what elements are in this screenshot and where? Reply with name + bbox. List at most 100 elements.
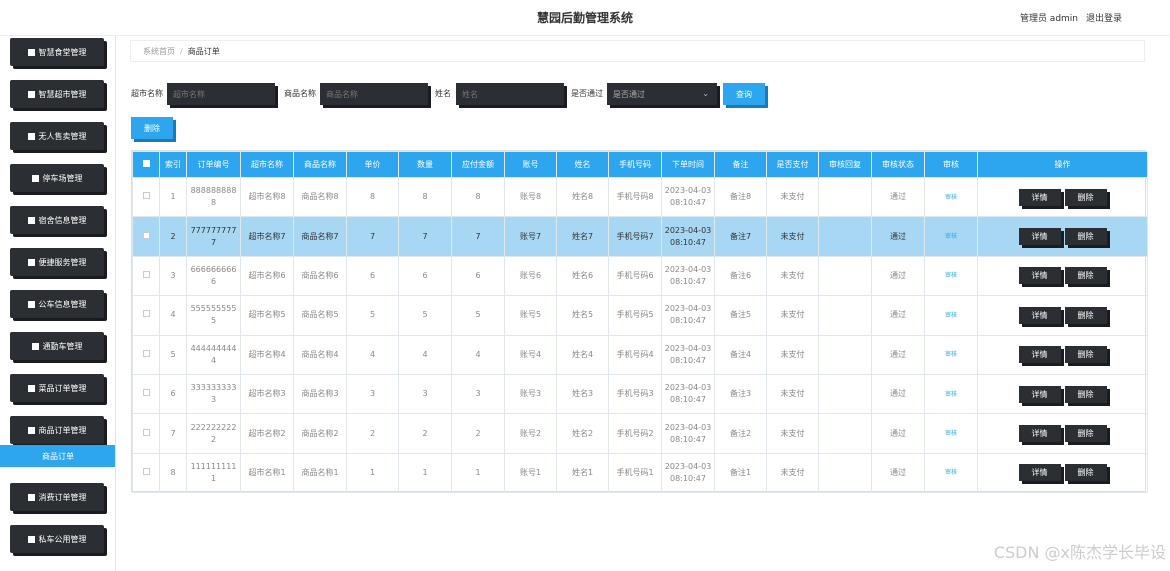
- row-select-cell[interactable]: [132, 295, 160, 336]
- detail-button[interactable]: 详情: [1018, 464, 1061, 482]
- row-checkbox[interactable]: [142, 192, 150, 200]
- audit-link[interactable]: 审核: [945, 430, 957, 437]
- detail-button[interactable]: 详情: [1018, 228, 1061, 246]
- table-row[interactable]: 8 1111111111 超市名称1 商品名称1 1 1 1 账号1 姓名1 手机号码1 2023-…: [132, 452, 1148, 494]
- detail-button[interactable]: 详情: [1018, 385, 1061, 403]
- row-checkbox[interactable]: [142, 349, 150, 357]
- cell-market: 超市名称3: [240, 373, 294, 415]
- chevron-down-icon: ⌄: [702, 89, 709, 98]
- cell-idx: 8: [159, 452, 187, 494]
- breadcrumb-separator: /: [180, 46, 183, 56]
- sidebar-item-vending[interactable]: 无人售卖管理: [10, 122, 104, 150]
- row-delete-button[interactable]: 删除: [1064, 306, 1107, 324]
- audit-link[interactable]: 审核: [945, 272, 957, 279]
- top-bar: 慧园后勤管理系统 管理员 admin 退出登录: [0, 0, 1170, 36]
- name-label: 姓名: [435, 89, 451, 98]
- row-select-cell[interactable]: [132, 452, 160, 494]
- table-row[interactable]: 5 4444444444 超市名称4 商品名称4 4 4 4 账号4 姓名4 手机号码4 2023-…: [132, 334, 1148, 375]
- sidebar-item-product-orders[interactable]: 商品订单管理: [10, 416, 104, 444]
- cell-audit: 审核: [924, 176, 978, 218]
- detail-button[interactable]: 详情: [1018, 188, 1061, 206]
- sidebar-item-service[interactable]: 便捷服务管理: [10, 248, 104, 276]
- cell-qty: 5: [398, 295, 452, 336]
- detail-button[interactable]: 详情: [1018, 425, 1061, 443]
- product-input[interactable]: [320, 83, 428, 105]
- cell-product: 商品名称8: [293, 176, 347, 218]
- sidebar-item-parking[interactable]: 停车场管理: [10, 164, 104, 192]
- row-select-cell[interactable]: [132, 334, 160, 375]
- cell-order: 1111111111: [186, 452, 241, 494]
- select-all-checkbox[interactable]: [142, 160, 150, 167]
- row-delete-button[interactable]: 删除: [1064, 425, 1107, 443]
- row-checkbox[interactable]: [142, 310, 150, 318]
- cell-amount: 4: [451, 334, 505, 375]
- sidebar-item-supermarket[interactable]: 智慧超市管理: [10, 80, 104, 108]
- sidebar-item-dormitory[interactable]: 宿舍信息管理: [10, 206, 104, 234]
- row-select-cell[interactable]: [132, 255, 160, 297]
- cell-audit: 审核: [924, 413, 978, 454]
- row-checkbox[interactable]: [142, 389, 150, 397]
- market-input[interactable]: [167, 83, 275, 105]
- cell-market: 超市名称2: [240, 413, 294, 454]
- cell-time: 2023-04-03 08:10:47: [661, 176, 715, 218]
- table-row[interactable]: 3 6666666666 超市名称6 商品名称6 6 6 6 账号6 姓名6 手机号码6 2023-…: [132, 255, 1148, 297]
- audit-link[interactable]: 审核: [945, 194, 957, 201]
- cell-amount: 5: [451, 295, 505, 336]
- sidebar-item-canteen[interactable]: 智慧食堂管理: [10, 38, 104, 66]
- breadcrumb-home[interactable]: 系统首页: [143, 46, 175, 57]
- sidebar-item-bus[interactable]: 公车信息管理: [10, 290, 104, 318]
- logout-link[interactable]: 退出登录: [1086, 11, 1122, 24]
- audit-link[interactable]: 审核: [945, 351, 957, 358]
- row-select-cell[interactable]: [132, 216, 160, 257]
- cell-reply: [818, 176, 872, 218]
- cell-paid: 未支付: [766, 373, 819, 415]
- detail-button[interactable]: 详情: [1018, 267, 1061, 285]
- row-select-cell[interactable]: [132, 413, 160, 454]
- name-input[interactable]: [456, 83, 564, 105]
- sidebar-item-commuter[interactable]: 通勤车管理: [10, 332, 104, 360]
- sidebar-item-consume-orders[interactable]: 消费订单管理: [10, 483, 104, 511]
- delete-button[interactable]: 删除: [131, 117, 173, 139]
- cell-name: 姓名2: [556, 413, 609, 454]
- grid-icon: [27, 132, 35, 140]
- sidebar-item-private-car[interactable]: 私车公用管理: [10, 525, 104, 553]
- audit-link[interactable]: 审核: [945, 469, 957, 476]
- audit-link[interactable]: 审核: [945, 233, 957, 240]
- cell-idx: 4: [159, 295, 187, 336]
- select-all-header[interactable]: [132, 151, 160, 178]
- cell-status: 通过: [871, 373, 925, 415]
- sidebar-subitem-product-order[interactable]: 商品订单: [0, 445, 115, 467]
- cell-product: 商品名称1: [293, 452, 347, 494]
- row-select-cell[interactable]: [132, 176, 160, 218]
- cell-order: 6666666666: [186, 255, 241, 297]
- cell-price: 6: [346, 255, 399, 297]
- audit-link[interactable]: 审核: [945, 391, 957, 398]
- table-row[interactable]: 1 8888888888 超市名称8 商品名称8 8 8 8 账号8 姓名8 手机号码8 2023-…: [132, 176, 1148, 218]
- row-delete-button[interactable]: 删除: [1064, 188, 1107, 206]
- table-row[interactable]: 7 2222222222 超市名称2 商品名称2 2 2 2 账号2 姓名2 手机号码2 2023-…: [132, 413, 1148, 454]
- row-checkbox[interactable]: [142, 428, 150, 436]
- table-row[interactable]: 2 7777777777 超市名称7 商品名称7 7 7 7 账号7 姓名7 手机号码7 2023-…: [132, 216, 1148, 257]
- cell-paid: 未支付: [766, 452, 819, 494]
- row-checkbox[interactable]: [142, 270, 150, 278]
- row-delete-button[interactable]: 删除: [1064, 267, 1107, 285]
- col-header: 数量: [398, 151, 452, 178]
- table-row[interactable]: 6 3333333333 超市名称3 商品名称3 3 3 3 账号3 姓名3 手机号码3 2023-…: [132, 373, 1148, 415]
- col-header: 姓名: [556, 151, 609, 178]
- row-delete-button[interactable]: 删除: [1064, 228, 1107, 246]
- detail-button[interactable]: 详情: [1018, 346, 1061, 364]
- query-button[interactable]: 查询: [723, 83, 765, 105]
- table-row[interactable]: 4 5555555555 超市名称5 商品名称5 5 5 5 账号5 姓名5 手机号码5 2023-…: [132, 295, 1148, 336]
- sidebar-item-dish-orders[interactable]: 菜品订单管理: [10, 374, 104, 402]
- row-checkbox[interactable]: [142, 467, 150, 475]
- cell-order: 8888888888: [186, 176, 241, 218]
- row-select-cell[interactable]: [132, 373, 160, 415]
- row-checkbox[interactable]: [142, 231, 150, 239]
- row-delete-button[interactable]: 删除: [1064, 385, 1107, 403]
- audit-link[interactable]: 审核: [945, 312, 957, 319]
- row-delete-button[interactable]: 删除: [1064, 464, 1107, 482]
- cell-phone: 手机号码3: [608, 373, 662, 415]
- approved-select[interactable]: 是否通过 ⌄: [607, 83, 717, 105]
- detail-button[interactable]: 详情: [1018, 306, 1061, 324]
- row-delete-button[interactable]: 删除: [1064, 346, 1107, 364]
